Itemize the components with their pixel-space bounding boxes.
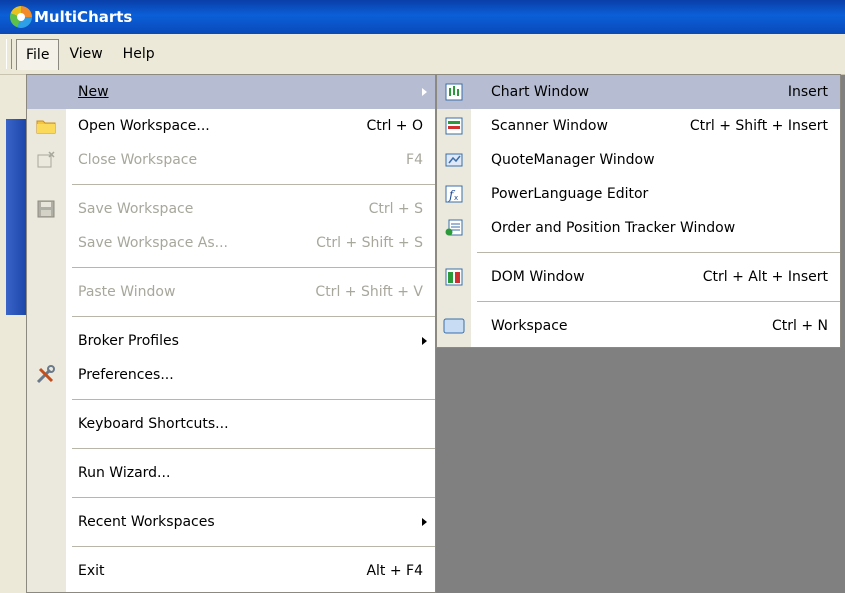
submenu-item-label: Chart Window	[491, 84, 590, 100]
svg-text:x: x	[454, 194, 458, 202]
submenu-item-label: DOM Window	[491, 269, 585, 285]
quotemanager-icon	[443, 150, 465, 170]
dom-window-icon	[443, 267, 465, 287]
submenu-item-powerlanguage-editor[interactable]: fx PowerLanguage Editor	[437, 177, 840, 211]
menu-item-shortcut: Ctrl + Shift + S	[316, 235, 423, 251]
menu-item-broker-profiles[interactable]: Broker Profiles	[27, 324, 435, 358]
file-menu: New Open Workspace... Ctrl + O Close Wor…	[26, 74, 436, 593]
menu-separator	[27, 309, 435, 324]
menu-item-label: Paste Window	[78, 284, 176, 300]
menu-item-label: Open Workspace...	[78, 118, 210, 134]
submenu-arrow-icon	[422, 337, 427, 345]
submenu-item-shortcut: Ctrl + Shift + Insert	[689, 118, 828, 134]
workspace-icon	[443, 316, 465, 336]
menu-item-shortcut: Ctrl + S	[368, 201, 423, 217]
menu-item-label: Save Workspace	[78, 201, 194, 217]
multicharts-logo-icon	[10, 6, 32, 28]
workspace-area	[440, 347, 845, 593]
floppy-disk-icon	[35, 199, 57, 219]
menu-item-exit[interactable]: Exit Alt + F4	[27, 554, 435, 588]
toolbar-grip[interactable]	[6, 39, 12, 69]
menu-bar: File View Help	[0, 34, 845, 75]
submenu-item-shortcut: Ctrl + Alt + Insert	[702, 269, 828, 285]
menu-item-save-workspace-as[interactable]: Save Workspace As... Ctrl + Shift + S	[27, 226, 435, 260]
scanner-window-icon	[443, 116, 465, 136]
submenu-item-chart-window[interactable]: Chart Window Insert	[437, 75, 840, 109]
menu-item-paste-window[interactable]: Paste Window Ctrl + Shift + V	[27, 275, 435, 309]
menu-item-new[interactable]: New	[27, 75, 435, 109]
menu-item-preferences[interactable]: Preferences...	[27, 358, 435, 392]
submenu-arrow-icon	[422, 518, 427, 526]
menu-item-shortcut: Alt + F4	[366, 563, 423, 579]
menu-separator	[27, 260, 435, 275]
menu-item-save-workspace[interactable]: Save Workspace Ctrl + S	[27, 192, 435, 226]
folder-icon	[35, 116, 57, 136]
order-tracker-icon	[443, 218, 465, 238]
menu-item-shortcut: F4	[406, 152, 423, 168]
tools-icon	[35, 365, 57, 385]
menu-separator	[27, 490, 435, 505]
menu-item-label: Save Workspace As...	[78, 235, 229, 251]
menu-item-label: Recent Workspaces	[78, 514, 215, 530]
submenu-item-shortcut: Insert	[787, 84, 828, 100]
menu-item-shortcut: Ctrl + Shift + V	[315, 284, 423, 300]
menu-separator	[27, 441, 435, 456]
menu-separator	[27, 539, 435, 554]
menu-item-label: Run Wizard...	[78, 465, 171, 481]
menu-separator	[27, 177, 435, 192]
menu-item-open-workspace[interactable]: Open Workspace... Ctrl + O	[27, 109, 435, 143]
chart-window-icon	[443, 82, 465, 102]
menu-item-close-workspace[interactable]: Close Workspace F4	[27, 143, 435, 177]
submenu-item-label: QuoteManager Window	[491, 152, 655, 168]
submenu-item-label: Order and Position Tracker Window	[491, 220, 736, 236]
menu-item-run-wizard[interactable]: Run Wizard...	[27, 456, 435, 490]
menu-item-label: Close Workspace	[78, 152, 198, 168]
menu-item-keyboard-shortcuts[interactable]: Keyboard Shortcuts...	[27, 407, 435, 441]
left-toolbar-strip	[0, 75, 26, 593]
menu-item-shortcut: Ctrl + O	[366, 118, 423, 134]
menu-separator	[27, 392, 435, 407]
menu-item-recent-workspaces[interactable]: Recent Workspaces	[27, 505, 435, 539]
submenu-item-label: Workspace	[491, 318, 568, 334]
submenu-item-scanner-window[interactable]: Scanner Window Ctrl + Shift + Insert	[437, 109, 840, 143]
menu-item-label: Preferences...	[78, 367, 174, 383]
menu-view[interactable]: View	[59, 39, 112, 69]
title-bar: MultiCharts	[0, 0, 845, 34]
menu-item-label: Broker Profiles	[78, 333, 179, 349]
submenu-arrow-icon	[422, 88, 427, 96]
window-title: MultiCharts	[34, 8, 133, 26]
close-workspace-icon	[35, 150, 57, 170]
submenu-item-label: Scanner Window	[491, 118, 608, 134]
submenu-item-dom-window[interactable]: DOM Window Ctrl + Alt + Insert	[437, 260, 840, 294]
submenu-item-quotemanager-window[interactable]: QuoteManager Window	[437, 143, 840, 177]
menu-item-label: Keyboard Shortcuts...	[78, 416, 229, 432]
menu-separator	[437, 294, 840, 309]
docked-panel-edge	[6, 119, 26, 315]
menu-item-label: Exit	[78, 563, 105, 579]
submenu-item-label: PowerLanguage Editor	[491, 186, 649, 202]
menu-item-label: New	[78, 84, 109, 100]
menu-file[interactable]: File	[16, 38, 60, 70]
menu-separator	[437, 245, 840, 260]
submenu-item-workspace[interactable]: Workspace Ctrl + N	[437, 309, 840, 343]
menu-help[interactable]: Help	[113, 39, 165, 69]
new-submenu: Chart Window Insert Scanner Window Ctrl …	[436, 74, 841, 348]
powerlanguage-editor-icon: fx	[443, 184, 465, 204]
submenu-item-order-position-tracker[interactable]: Order and Position Tracker Window	[437, 211, 840, 245]
submenu-item-shortcut: Ctrl + N	[771, 318, 828, 334]
